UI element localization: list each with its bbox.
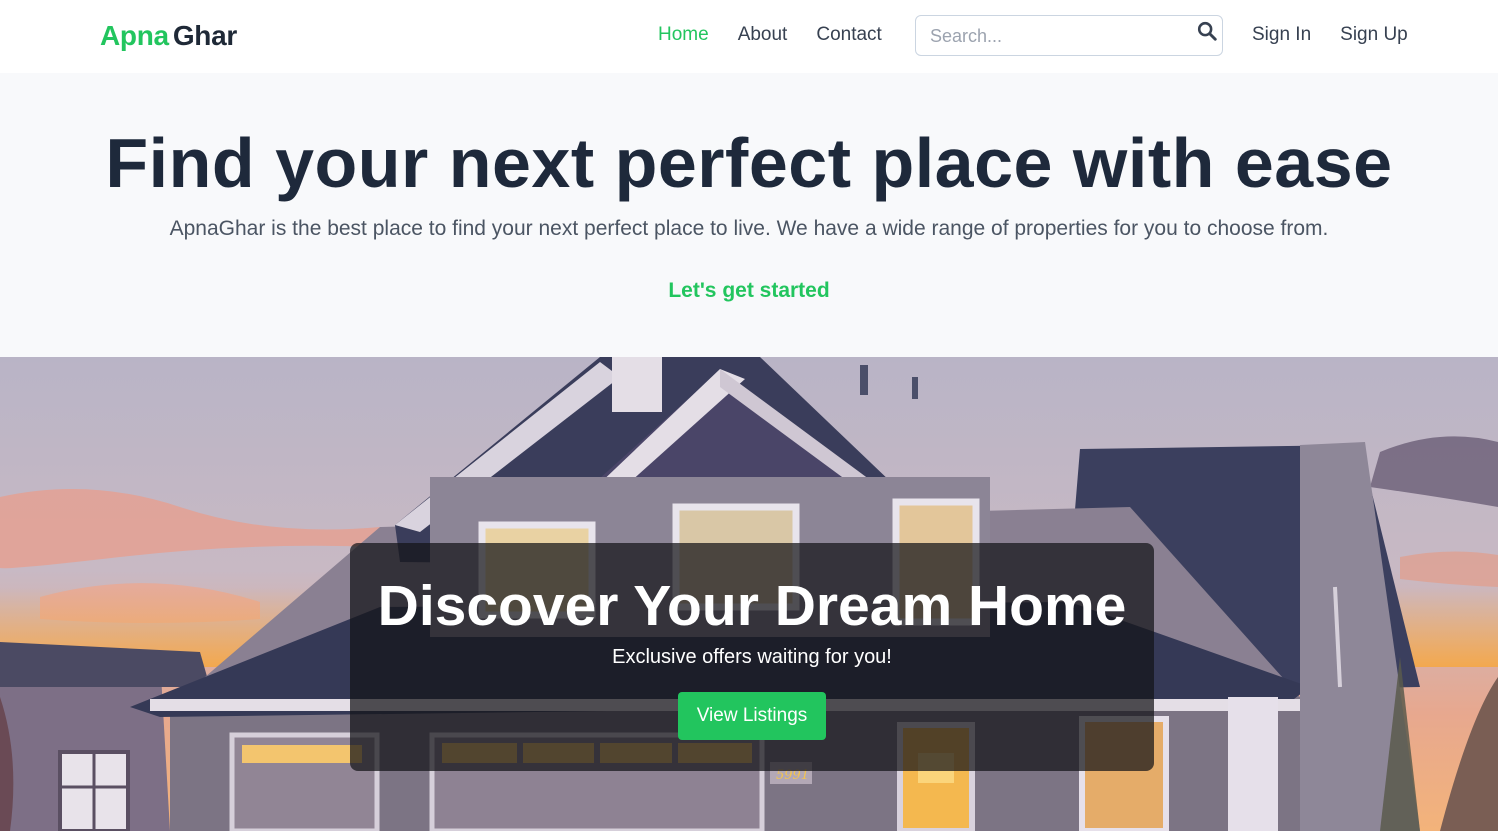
auth-links: Sign In Sign Up [1252,24,1437,46]
brand-part-ghar: Ghar [172,20,237,51]
brand-part-apna: Apna [100,20,169,51]
search-box [915,15,1223,56]
sign-up-link[interactable]: Sign Up [1340,24,1408,46]
banner-section: 5991 Discover Your Dream Home Exclusive … [0,357,1498,831]
nav-link-contact[interactable]: Contact [816,24,881,46]
banner-subtitle: Exclusive offers waiting for you! [612,646,892,668]
sign-in-link[interactable]: Sign In [1252,24,1311,46]
banner-title: Discover Your Dream Home [377,574,1127,638]
get-started-link[interactable]: Let's get started [0,279,1498,303]
main-nav: Home About Contact [658,24,911,46]
banner-overlay: Discover Your Dream Home Exclusive offer… [350,543,1154,771]
nav-link-home[interactable]: Home [658,24,709,46]
hero-section: Find your next perfect place with ease A… [0,73,1498,357]
hero-subtitle: ApnaGhar is the best place to find your … [169,217,1329,240]
search-input[interactable] [930,25,1180,47]
brand-logo[interactable]: Apna Ghar [100,20,237,52]
navbar: ApnaGhar Home About Contact Sign In Sign… [0,0,1498,73]
view-listings-button[interactable]: View Listings [678,692,826,740]
nav-link-about[interactable]: About [738,24,788,46]
hero-title: Find your next perfect place with ease [105,124,1393,202]
search-icon[interactable] [1196,20,1218,42]
